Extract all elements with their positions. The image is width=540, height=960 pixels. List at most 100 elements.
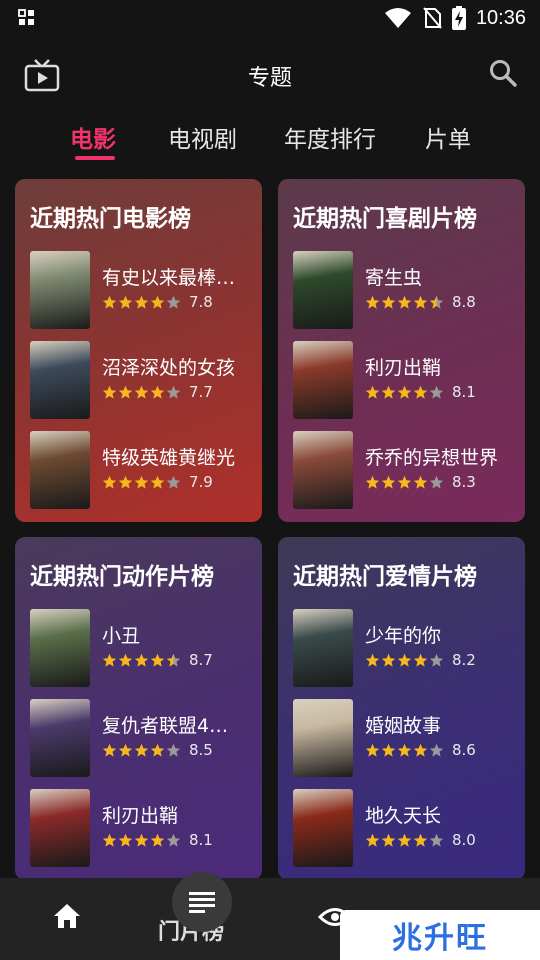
star-icon bbox=[397, 295, 412, 309]
movie-item[interactable]: 有史以来最棒… 7.8 bbox=[30, 251, 255, 329]
rating: 8.7 bbox=[102, 651, 213, 669]
star-rating bbox=[102, 475, 181, 490]
movie-item[interactable]: 沼泽深处的女孩 7.7 bbox=[30, 341, 255, 419]
rating-score: 8.0 bbox=[452, 831, 476, 849]
rating: 8.6 bbox=[365, 741, 476, 759]
star-icon bbox=[102, 475, 117, 489]
star-icon bbox=[150, 653, 165, 667]
star-icon bbox=[381, 743, 396, 757]
star-icon bbox=[365, 295, 380, 309]
star-icon bbox=[397, 743, 412, 757]
movie-poster bbox=[293, 341, 353, 419]
movie-item[interactable]: 地久天长 8.0 bbox=[293, 789, 518, 867]
tab-annual-ranking[interactable]: 年度排行 bbox=[284, 120, 376, 154]
star-icon bbox=[134, 743, 149, 757]
star-icon bbox=[429, 833, 444, 847]
rating-score: 8.8 bbox=[452, 293, 476, 311]
tab-tv-series[interactable]: 电视剧 bbox=[168, 120, 237, 154]
rating-score: 8.3 bbox=[452, 473, 476, 491]
star-rating bbox=[365, 295, 444, 310]
movie-title: 利刃出鞘 bbox=[365, 357, 442, 379]
page-title: 专题 bbox=[247, 66, 292, 91]
rating: 8.0 bbox=[365, 831, 476, 849]
movie-title: 寄生虫 bbox=[365, 267, 423, 289]
movie-poster bbox=[293, 609, 353, 687]
movie-item[interactable]: 利刃出鞘 8.1 bbox=[30, 789, 255, 867]
tab-playlist[interactable]: 片单 bbox=[425, 120, 471, 154]
movie-title: 少年的你 bbox=[365, 625, 442, 647]
app-grid-icon bbox=[18, 9, 34, 25]
rating-score: 8.1 bbox=[452, 383, 476, 401]
movie-item[interactable]: 复仇者联盟4… 8.5 bbox=[30, 699, 255, 777]
movie-poster bbox=[30, 251, 90, 329]
rating-score: 7.8 bbox=[189, 293, 213, 311]
ranking-card[interactable]: 近期热门喜剧片榜 寄生虫 8.8 利刃出鞘 8.1 乔乔的异想世界 8.3 bbox=[278, 179, 525, 522]
movie-title: 沼泽深处的女孩 bbox=[102, 357, 236, 379]
ranking-card[interactable]: 近期热门动作片榜 小丑 8.7 复仇者联盟4… 8.5 利刃出鞘 8.1 bbox=[15, 537, 262, 880]
movie-title: 地久天长 bbox=[365, 805, 442, 827]
star-icon bbox=[429, 653, 444, 667]
star-icon bbox=[429, 295, 444, 309]
rating-score: 8.2 bbox=[452, 651, 476, 669]
rating-score: 8.7 bbox=[189, 651, 213, 669]
movie-item[interactable]: 乔乔的异想世界 8.3 bbox=[293, 431, 518, 509]
movie-title: 利刃出鞘 bbox=[102, 805, 179, 827]
rating-score: 8.5 bbox=[189, 741, 213, 759]
rating: 8.2 bbox=[365, 651, 476, 669]
tab-movie[interactable]: 电影 bbox=[70, 120, 116, 154]
tv-icon[interactable] bbox=[24, 58, 60, 92]
movie-item[interactable]: 寄生虫 8.8 bbox=[293, 251, 518, 329]
star-icon bbox=[102, 295, 117, 309]
ranking-card[interactable]: 近期热门电影榜 有史以来最棒… 7.8 沼泽深处的女孩 7.7 特级英雄黄继光 7.9 bbox=[15, 179, 262, 522]
movie-poster bbox=[293, 699, 353, 777]
star-icon bbox=[150, 743, 165, 757]
star-icon bbox=[102, 833, 117, 847]
movie-poster bbox=[293, 251, 353, 329]
star-icon bbox=[134, 385, 149, 399]
movie-item[interactable]: 少年的你 8.2 bbox=[293, 609, 518, 687]
star-icon bbox=[150, 385, 165, 399]
movie-poster bbox=[30, 789, 90, 867]
star-icon bbox=[166, 833, 181, 847]
app-bar: 专题 bbox=[0, 44, 540, 108]
star-rating bbox=[102, 833, 181, 848]
movie-title: 小丑 bbox=[102, 625, 141, 647]
star-icon bbox=[166, 475, 181, 489]
movie-poster bbox=[293, 431, 353, 509]
search-icon[interactable] bbox=[488, 58, 518, 88]
star-icon bbox=[413, 295, 428, 309]
list-nav-button[interactable] bbox=[172, 872, 232, 932]
star-icon bbox=[413, 653, 428, 667]
star-rating bbox=[365, 475, 444, 490]
active-tab-indicator bbox=[75, 156, 115, 160]
star-icon bbox=[365, 475, 380, 489]
star-icon bbox=[397, 833, 412, 847]
rating: 8.3 bbox=[365, 473, 476, 491]
star-icon bbox=[381, 385, 396, 399]
rating-score: 7.7 bbox=[189, 383, 213, 401]
star-rating bbox=[102, 653, 181, 668]
star-rating bbox=[102, 743, 181, 758]
rating-score: 7.9 bbox=[189, 473, 213, 491]
star-icon bbox=[118, 475, 133, 489]
rating: 8.5 bbox=[102, 741, 213, 759]
wifi-icon bbox=[384, 8, 411, 28]
movie-poster bbox=[293, 789, 353, 867]
star-icon bbox=[397, 475, 412, 489]
movie-item[interactable]: 小丑 8.7 bbox=[30, 609, 255, 687]
movie-poster bbox=[30, 609, 90, 687]
star-rating bbox=[365, 833, 444, 848]
home-icon[interactable] bbox=[52, 902, 82, 930]
star-icon bbox=[365, 653, 380, 667]
star-icon bbox=[118, 653, 133, 667]
movie-item[interactable]: 利刃出鞘 8.1 bbox=[293, 341, 518, 419]
star-icon bbox=[166, 385, 181, 399]
star-icon bbox=[397, 385, 412, 399]
movie-item[interactable]: 婚姻故事 8.6 bbox=[293, 699, 518, 777]
star-icon bbox=[413, 385, 428, 399]
star-icon bbox=[102, 385, 117, 399]
ranking-card[interactable]: 近期热门爱情片榜 少年的你 8.2 婚姻故事 8.6 地久天长 8.0 bbox=[278, 537, 525, 880]
star-icon bbox=[134, 653, 149, 667]
movie-item[interactable]: 特级英雄黄继光 7.9 bbox=[30, 431, 255, 509]
watermark-text: 兆升旺 bbox=[392, 921, 488, 956]
